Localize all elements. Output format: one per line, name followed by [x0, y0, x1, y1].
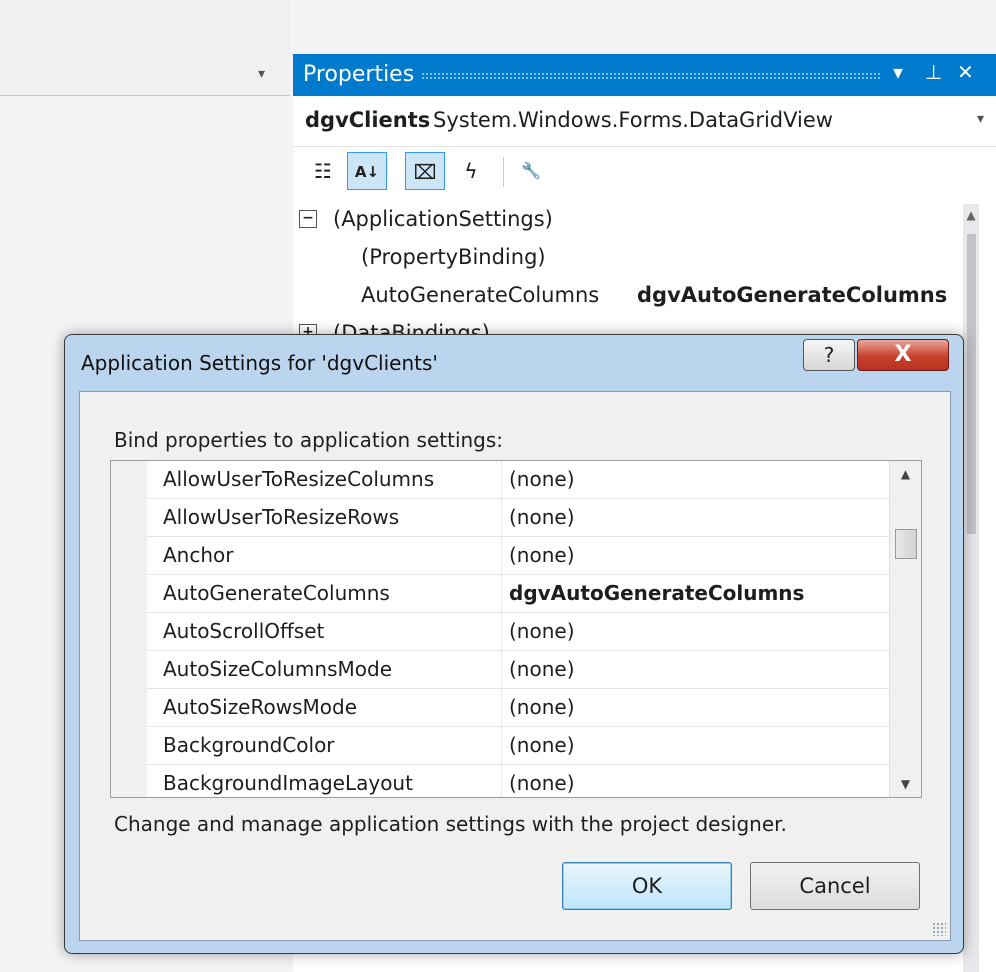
title-grip[interactable] — [421, 72, 881, 80]
scroll-thumb[interactable] — [967, 234, 976, 534]
scroll-up-icon[interactable]: ▲ — [963, 208, 979, 222]
property-name: (PropertyBinding) — [361, 245, 546, 269]
wrench-icon[interactable]: 🔧 — [511, 152, 551, 190]
grid-row[interactable]: BackgroundColor (none) — [147, 727, 889, 765]
grid-row[interactable]: Anchor (none) — [147, 537, 889, 575]
setting-name: AutoGenerateColumns — [163, 581, 390, 605]
application-settings-dialog: Application Settings for 'dgvClients' ? … — [64, 334, 964, 954]
grid-row[interactable]: AutoSizeColumnsMode (none) — [147, 651, 889, 689]
scroll-up-icon[interactable]: ▲ — [890, 467, 921, 481]
panel-close-icon[interactable]: ✕ — [957, 60, 974, 84]
property-name: (ApplicationSettings) — [333, 207, 553, 231]
pin-icon[interactable]: ⊥ — [925, 60, 942, 84]
setting-name: AutoSizeRowsMode — [163, 695, 357, 719]
dialog-client-area: Bind properties to application settings:… — [79, 391, 951, 941]
setting-name: BackgroundColor — [163, 733, 335, 757]
properties-title: Properties — [303, 62, 415, 87]
panel-dropdown-icon[interactable]: ▾ — [893, 60, 903, 84]
setting-name: AllowUserToResizeColumns — [163, 467, 435, 491]
grid-row[interactable]: AllowUserToResizeColumns (none) — [147, 461, 889, 499]
grid-row[interactable]: AutoGenerateColumns dgvAutoGenerateColum… — [147, 575, 889, 613]
grid-margin — [111, 461, 147, 797]
grid-row[interactable]: AutoSizeRowsMode (none) — [147, 689, 889, 727]
setting-name: AllowUserToResizeRows — [163, 505, 400, 529]
grid-row[interactable]: BackgroundImageLayout (none) — [147, 765, 889, 797]
object-dropdown-icon[interactable]: ▾ — [977, 111, 984, 127]
properties-icon[interactable]: ⌧ — [405, 152, 445, 190]
scroll-down-icon[interactable]: ▼ — [890, 777, 921, 791]
categorized-icon[interactable]: ☷ — [303, 152, 343, 190]
help-button[interactable]: ? — [803, 339, 855, 371]
ok-button[interactable]: OK — [562, 862, 732, 910]
setting-value[interactable]: (none) — [509, 619, 575, 643]
setting-value[interactable]: (none) — [509, 505, 575, 529]
setting-value[interactable]: (none) — [509, 771, 575, 795]
setting-value[interactable]: (none) — [509, 733, 575, 757]
setting-name: AutoSizeColumnsMode — [163, 657, 392, 681]
properties-scrollbar[interactable]: ▲ — [963, 204, 979, 972]
setting-value[interactable]: dgvAutoGenerateColumns — [509, 581, 804, 605]
object-selector[interactable]: dgvClients System.Windows.Forms.DataGrid… — [293, 96, 996, 147]
scroll-thumb[interactable] — [895, 529, 917, 559]
events-lightning-icon[interactable]: ϟ — [451, 152, 491, 190]
grid-row[interactable]: AutoScrollOffset (none) — [147, 613, 889, 651]
object-type: System.Windows.Forms.DataGridView — [433, 108, 833, 132]
property-row-autogeneratecolumns[interactable]: AutoGenerateColumns dgvAutoGenerateColum… — [293, 276, 953, 314]
setting-value[interactable]: (none) — [509, 657, 575, 681]
editor-dropdown-icon[interactable]: ▾ — [258, 66, 265, 82]
bind-properties-label: Bind properties to application settings: — [114, 428, 504, 452]
object-name: dgvClients — [305, 108, 431, 132]
property-row-property-binding[interactable]: (PropertyBinding) — [293, 238, 953, 276]
editor-header: ▾ — [0, 0, 290, 96]
resize-grip[interactable] — [932, 922, 946, 936]
property-value: dgvAutoGenerateColumns — [637, 283, 948, 307]
property-row-application-settings[interactable]: − (ApplicationSettings) — [293, 200, 953, 238]
toolbar-separator — [503, 157, 504, 187]
dialog-title: Application Settings for 'dgvClients' — [81, 351, 438, 375]
setting-value[interactable]: (none) — [509, 467, 575, 491]
property-name: AutoGenerateColumns — [361, 283, 600, 307]
dialog-close-button[interactable]: X — [857, 339, 949, 371]
setting-name: Anchor — [163, 543, 234, 567]
setting-name: BackgroundImageLayout — [163, 771, 413, 795]
manage-settings-text: Change and manage application settings w… — [114, 812, 787, 836]
properties-title-bar: Properties ▾ ⊥ ✕ — [293, 54, 996, 96]
collapse-toggle-icon[interactable]: − — [299, 210, 317, 228]
setting-name: AutoScrollOffset — [163, 619, 325, 643]
setting-value[interactable]: (none) — [509, 695, 575, 719]
grid-scrollbar[interactable]: ▲ ▼ — [889, 461, 921, 797]
cancel-button[interactable]: Cancel — [750, 862, 920, 910]
settings-grid[interactable]: AllowUserToResizeColumns (none) AllowUse… — [110, 460, 922, 798]
setting-value[interactable]: (none) — [509, 543, 575, 567]
grid-row[interactable]: AllowUserToResizeRows (none) — [147, 499, 889, 537]
alphabetical-icon[interactable]: A↓ — [347, 152, 387, 190]
properties-toolbar: ☷ A↓ ⌧ ϟ 🔧 — [293, 147, 996, 197]
